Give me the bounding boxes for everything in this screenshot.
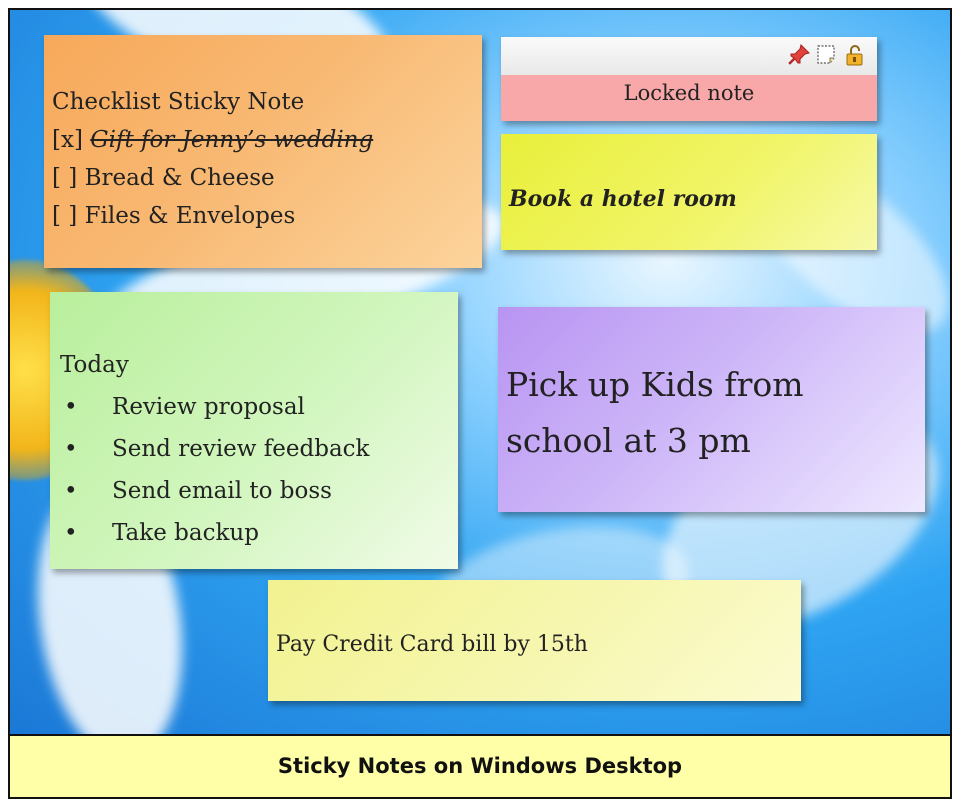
checklist-sticky-note[interactable]: Checklist Sticky Note [x] Gift for Jenny… xyxy=(44,35,482,268)
checkbox-mark[interactable]: [ ] xyxy=(52,203,77,229)
note-text: Locked note xyxy=(623,81,755,105)
locked-sticky-note[interactable]: Locked note xyxy=(501,37,877,121)
checklist-item-text: Gift for Jenny’s wedding xyxy=(90,127,374,153)
checklist-item: [ ] Bread & Cheese xyxy=(52,159,482,197)
note-text-line: school at 3 pm xyxy=(506,421,751,460)
note-text: Book a hotel room xyxy=(509,186,737,212)
desktop-background: Checklist Sticky Note [x] Gift for Jenny… xyxy=(10,10,950,734)
list-item: • Send review feedback xyxy=(64,428,458,470)
list-item-text: Take backup xyxy=(112,520,259,546)
checklist-item: [x] Gift for Jenny’s wedding xyxy=(52,121,482,159)
list-item-text: Send email to boss xyxy=(112,478,332,504)
checklist-item-text: Files & Envelopes xyxy=(84,203,296,229)
figure-frame: Checklist Sticky Note [x] Gift for Jenny… xyxy=(8,8,952,799)
checkbox-mark[interactable]: [x] xyxy=(52,127,83,153)
note-icon[interactable] xyxy=(815,43,839,67)
bullet-icon: • xyxy=(64,520,78,546)
note-text-line: Pick up Kids from xyxy=(506,365,804,404)
figure-caption: Sticky Notes on Windows Desktop xyxy=(10,734,950,797)
bullet-icon: • xyxy=(64,394,78,420)
checklist-item: [ ] Files & Envelopes xyxy=(52,197,482,235)
checklist-item-text: Bread & Cheese xyxy=(84,165,275,191)
bullet-list: • Review proposal • Send review feedback •… xyxy=(60,386,458,554)
list-item: • Send email to boss xyxy=(64,470,458,512)
note-title: Checklist Sticky Note xyxy=(52,89,305,115)
checkbox-mark[interactable]: [ ] xyxy=(52,165,77,191)
bullet-icon: • xyxy=(64,436,78,462)
list-item: • Review proposal xyxy=(64,386,458,428)
list-item-text: Review proposal xyxy=(112,394,305,420)
note-title: Today xyxy=(60,352,129,378)
bullet-icon: • xyxy=(64,478,78,504)
list-item: • Take backup xyxy=(64,512,458,554)
hotel-sticky-note[interactable]: Book a hotel room xyxy=(501,134,877,250)
today-sticky-note[interactable]: Today • Review proposal • Send review feed… xyxy=(50,292,458,569)
kids-sticky-note[interactable]: Pick up Kids from school at 3 pm xyxy=(498,307,925,512)
note-toolbar xyxy=(501,37,877,75)
note-text: Pay Credit Card bill by 15th xyxy=(276,632,588,657)
list-item-text: Send review feedback xyxy=(112,436,370,462)
pin-icon[interactable] xyxy=(787,43,811,67)
lock-icon[interactable] xyxy=(843,43,867,67)
bill-sticky-note[interactable]: Pay Credit Card bill by 15th xyxy=(268,580,801,701)
